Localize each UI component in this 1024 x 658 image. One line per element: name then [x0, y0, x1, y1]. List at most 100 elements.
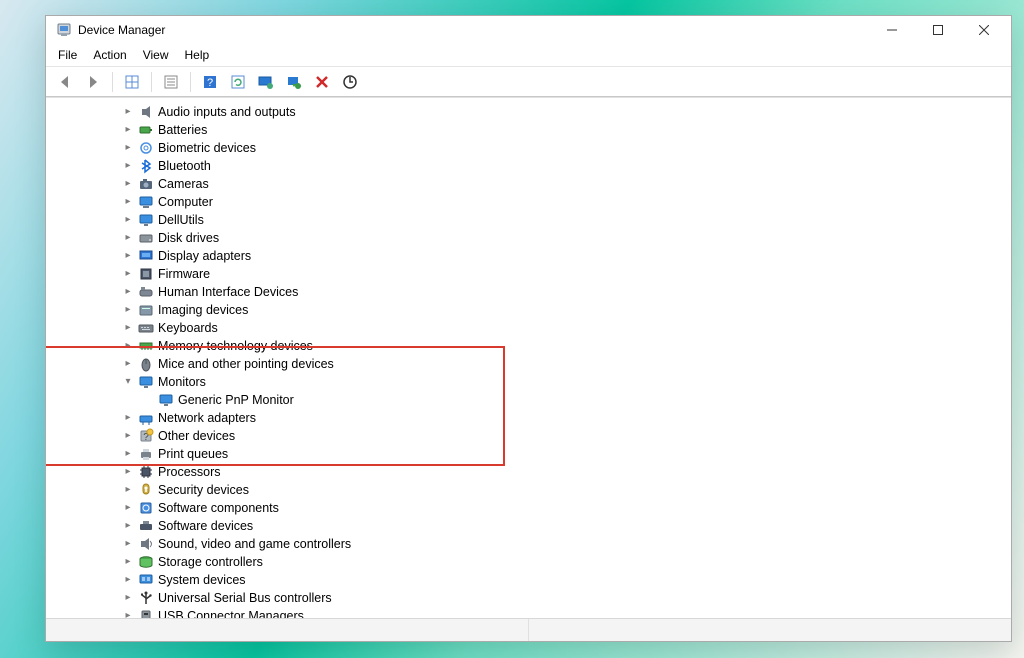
expand-toggle[interactable]: ▸ [120, 103, 136, 121]
tree-node-label: Cameras [158, 175, 209, 193]
network-icon [138, 410, 154, 426]
tree-node[interactable]: ▸Batteries [48, 121, 1011, 139]
toolbar-separator [112, 72, 113, 92]
tree-node-label: Generic PnP Monitor [178, 391, 294, 409]
update-driver-button[interactable] [253, 69, 279, 95]
expand-toggle[interactable]: ▸ [120, 427, 136, 445]
tree-node[interactable]: ▸Display adapters [48, 247, 1011, 265]
expand-toggle[interactable]: ▸ [120, 319, 136, 337]
client-area: ▸Audio inputs and outputs▸Batteries▸Biom… [46, 98, 1011, 618]
expand-toggle[interactable]: ▸ [120, 589, 136, 607]
expand-toggle[interactable]: ▸ [120, 481, 136, 499]
close-button[interactable] [961, 16, 1007, 44]
tree-node-label: Print queues [158, 445, 228, 463]
arrow-right-icon [85, 74, 101, 90]
expand-toggle[interactable]: ▸ [120, 571, 136, 589]
tree-node[interactable]: ▸ Keyboards [48, 319, 1011, 337]
expand-toggle[interactable]: ▸ [120, 499, 136, 517]
scan-button[interactable] [337, 69, 363, 95]
window-title: Device Manager [78, 23, 869, 37]
tree-node-child[interactable]: ▸Generic PnP Monitor [48, 391, 1011, 409]
tree-node[interactable]: ▸Network adapters [48, 409, 1011, 427]
expand-toggle[interactable]: ▸ [120, 157, 136, 175]
menu-action[interactable]: Action [85, 46, 134, 64]
expand-toggle[interactable]: ▸ [120, 139, 136, 157]
usbconn-icon [138, 608, 154, 618]
tree-node[interactable]: ▸ System devices [48, 571, 1011, 589]
firmware-icon [138, 266, 154, 282]
tree-node[interactable]: ▸ Cameras [48, 175, 1011, 193]
collapse-toggle[interactable]: ▾ [120, 373, 136, 391]
properties-button[interactable] [158, 69, 184, 95]
tree-node-label: Mice and other pointing devices [158, 355, 334, 373]
expand-toggle[interactable]: ▸ [120, 337, 136, 355]
battery-icon [138, 122, 154, 138]
expand-toggle[interactable]: ▸ [120, 193, 136, 211]
maximize-button[interactable] [915, 16, 961, 44]
expand-toggle[interactable]: ▸ [120, 283, 136, 301]
menu-view[interactable]: View [135, 46, 177, 64]
expand-toggle[interactable]: ▸ [120, 463, 136, 481]
tree-node[interactable]: ▸Imaging devices [48, 301, 1011, 319]
keyboard-icon [138, 320, 154, 336]
tree-node[interactable]: ▸Bluetooth [48, 157, 1011, 175]
menubar: File Action View Help [46, 44, 1011, 67]
expand-toggle[interactable]: ▸ [120, 247, 136, 265]
tree-node[interactable]: ▸Sound, video and game controllers [48, 535, 1011, 553]
back-button[interactable] [52, 69, 78, 95]
tree-node[interactable]: ▸ DellUtils [48, 211, 1011, 229]
expand-toggle[interactable]: ▸ [120, 301, 136, 319]
tree-node-label: Monitors [158, 373, 206, 391]
tree-node-label: Biometric devices [158, 139, 256, 157]
tree-node[interactable]: ▸Disk drives [48, 229, 1011, 247]
disable-button[interactable] [309, 69, 335, 95]
refresh-button[interactable] [225, 69, 251, 95]
expand-toggle[interactable]: ▸ [120, 175, 136, 193]
tree-node[interactable]: ▾ Monitors [48, 373, 1011, 391]
softcomp-icon [138, 500, 154, 516]
mouse-icon [138, 356, 154, 372]
tree-node[interactable]: ▸ Biometric devices [48, 139, 1011, 157]
tree-node-label: DellUtils [158, 211, 204, 229]
device-tree[interactable]: ▸Audio inputs and outputs▸Batteries▸Biom… [46, 99, 1011, 618]
expand-toggle[interactable]: ▸ [120, 553, 136, 571]
tree-node-label: Other devices [158, 427, 235, 445]
tree-node[interactable]: ▸Software components [48, 499, 1011, 517]
tree-node[interactable]: ▸Storage controllers [48, 553, 1011, 571]
menu-file[interactable]: File [50, 46, 85, 64]
tree-node[interactable]: ▸Computer [48, 193, 1011, 211]
expand-toggle[interactable]: ▸ [120, 355, 136, 373]
show-hidden-button[interactable] [119, 69, 145, 95]
tree-node[interactable]: ▸ Other devices [48, 427, 1011, 445]
expand-toggle[interactable]: ▸ [120, 445, 136, 463]
tree-node[interactable]: ▸Memory technology devices [48, 337, 1011, 355]
tree-node[interactable]: ▸Audio inputs and outputs [48, 103, 1011, 121]
tree-node[interactable]: ▸Universal Serial Bus controllers [48, 589, 1011, 607]
tree-node[interactable]: ▸ Mice and other pointing devices [48, 355, 1011, 373]
toolbar: ? [46, 67, 1011, 98]
expand-toggle[interactable]: ▸ [120, 409, 136, 427]
expand-toggle[interactable]: ▸ [120, 211, 136, 229]
help-button[interactable]: ? [197, 69, 223, 95]
tree-node[interactable]: ▸Human Interface Devices [48, 283, 1011, 301]
tree-node[interactable]: ▸Firmware [48, 265, 1011, 283]
expand-toggle[interactable]: ▸ [120, 229, 136, 247]
tree-node-label: System devices [158, 571, 246, 589]
tree-node[interactable]: ▸Software devices [48, 517, 1011, 535]
forward-button[interactable] [80, 69, 106, 95]
tree-node[interactable]: ▸Processors [48, 463, 1011, 481]
tree-node[interactable]: ▸ Print queues [48, 445, 1011, 463]
status-pane [529, 619, 1011, 641]
monitor-icon [138, 212, 154, 228]
tree-node-label: Keyboards [158, 319, 218, 337]
tree-node[interactable]: ▸USB Connector Managers [48, 607, 1011, 618]
menu-help[interactable]: Help [177, 46, 218, 64]
minimize-button[interactable] [869, 16, 915, 44]
expand-toggle[interactable]: ▸ [120, 121, 136, 139]
expand-toggle[interactable]: ▸ [120, 535, 136, 553]
expand-toggle[interactable]: ▸ [120, 265, 136, 283]
expand-toggle[interactable]: ▸ [120, 607, 136, 618]
expand-toggle[interactable]: ▸ [120, 517, 136, 535]
uninstall-button[interactable] [281, 69, 307, 95]
tree-node[interactable]: ▸Security devices [48, 481, 1011, 499]
